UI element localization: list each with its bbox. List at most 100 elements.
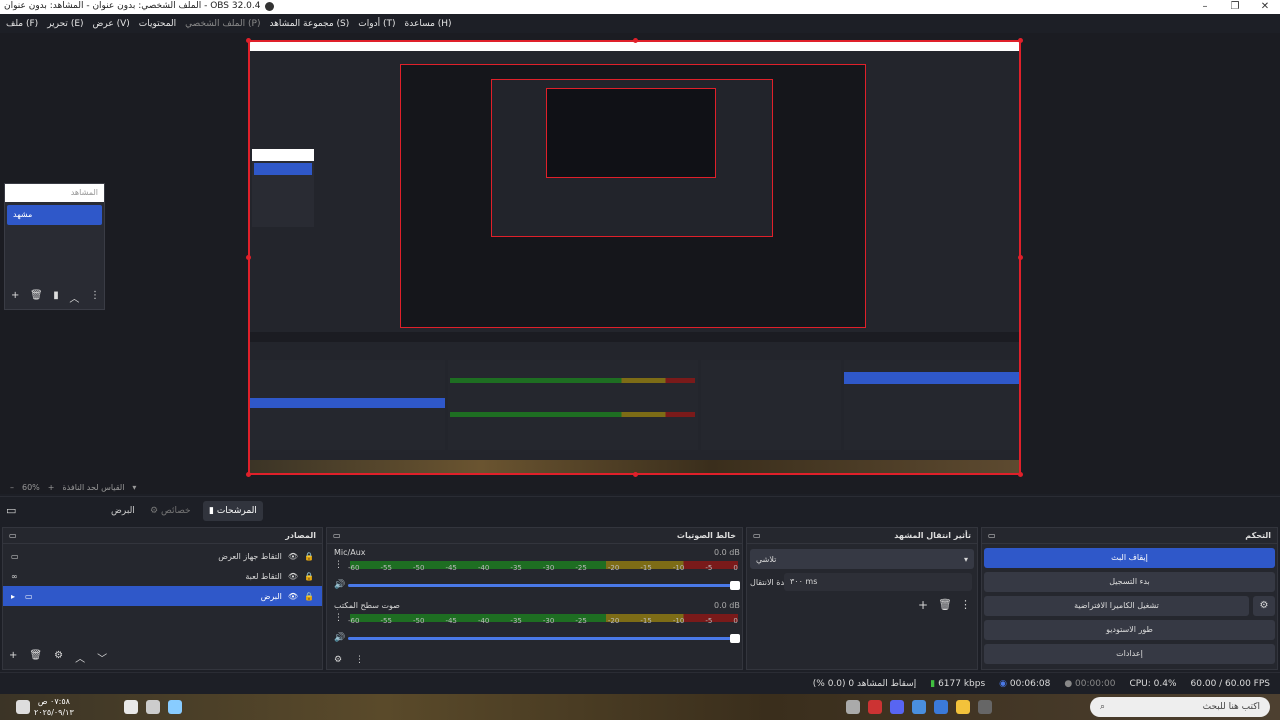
- lock-icon[interactable]: 🔒: [304, 572, 314, 581]
- menu-docks[interactable]: المحتويات: [139, 19, 176, 29]
- menu-profile[interactable]: الملف الشخصي (P): [185, 19, 260, 29]
- menu-edit[interactable]: تحرير (E): [47, 19, 83, 29]
- tab-filters[interactable]: ▮ المرشحات: [203, 501, 263, 521]
- slider-knob[interactable]: [730, 634, 740, 643]
- folder-icon[interactable]: ▭: [6, 504, 16, 517]
- eye-icon[interactable]: 👁: [288, 572, 298, 581]
- move-up-button[interactable]: ︿: [75, 650, 85, 665]
- slider-knob[interactable]: [730, 581, 740, 590]
- source-row-selected[interactable]: 🔒 👁 البرض ▸ ▭: [3, 586, 322, 606]
- scene-more-button[interactable]: ⋮: [90, 290, 100, 305]
- tick-label: -30: [542, 564, 555, 572]
- speaker-icon[interactable]: 🔊: [334, 580, 345, 590]
- duration-input[interactable]: ٣٠٠ ms: [784, 573, 972, 591]
- more-icon[interactable]: ⋮: [334, 613, 343, 623]
- dock-undock-icon[interactable]: ▭: [988, 531, 996, 540]
- menu-scene-collection[interactable]: مجموعة المشاهد (S): [269, 19, 349, 29]
- taskbar-search[interactable]: اكتب هنا للبحث ⌕: [1090, 697, 1270, 717]
- nested-preview-inner: [491, 79, 773, 237]
- eye-icon[interactable]: 👁: [288, 552, 298, 561]
- tray-icon[interactable]: [146, 700, 160, 714]
- remove-source-button[interactable]: 🗑: [29, 650, 42, 665]
- mixer-more-icon[interactable]: ⋮: [355, 655, 364, 665]
- search-icon: ⌕: [1100, 702, 1106, 712]
- advanced-audio-icon[interactable]: ⚙: [334, 655, 342, 665]
- file-explorer-icon[interactable]: [956, 700, 970, 714]
- discord-icon[interactable]: [890, 700, 904, 714]
- maximize-button[interactable]: ❐: [1220, 0, 1250, 14]
- sources-title: المصادر: [285, 531, 316, 540]
- zoom-out-button[interactable]: –: [10, 483, 14, 492]
- zoom-in-button[interactable]: +: [48, 483, 55, 492]
- volume-slider[interactable]: [348, 634, 740, 643]
- tick-label: -55: [380, 564, 392, 572]
- tray-icon[interactable]: [168, 700, 182, 714]
- dock-undock-icon[interactable]: ▭: [753, 531, 761, 540]
- resize-handle[interactable]: [1018, 38, 1023, 43]
- tab-background[interactable]: البرض: [105, 501, 141, 521]
- add-scene-button[interactable]: +: [11, 290, 19, 305]
- add-source-button[interactable]: +: [9, 650, 17, 665]
- more-icon[interactable]: ⋮: [334, 560, 343, 570]
- zoom-dropdown-icon[interactable]: ▾: [132, 483, 136, 492]
- studio-mode-button[interactable]: طور الاستوديو: [984, 620, 1275, 640]
- add-transition-button[interactable]: +: [918, 598, 928, 612]
- controls-title: التحكم: [1245, 531, 1271, 540]
- tab-properties[interactable]: ⚙ خصائص: [144, 501, 197, 521]
- resize-handle[interactable]: [1018, 472, 1023, 477]
- resize-handle[interactable]: [1018, 255, 1023, 260]
- resize-handle[interactable]: [246, 38, 251, 43]
- source-row[interactable]: 🔒 👁 التقاط جهاز العرض ▭: [3, 546, 322, 566]
- lock-icon[interactable]: 🔒: [304, 592, 314, 601]
- store-icon[interactable]: [934, 700, 948, 714]
- dock-undock-icon[interactable]: ▭: [9, 531, 17, 540]
- mixer-title: خالط الصوتيات: [676, 531, 736, 540]
- tray-clock[interactable]: ٠٧:٥٨ ص ٢٠٢٥/٠٩/١٣: [34, 696, 74, 718]
- start-virtual-camera-button[interactable]: تشغيل الكاميرا الافتراضية: [984, 596, 1249, 616]
- scene-filters-button[interactable]: ▮: [53, 290, 59, 305]
- transition-more-icon[interactable]: ⋮: [960, 598, 971, 611]
- source-properties-button[interactable]: ⚙: [54, 650, 63, 665]
- menu-help[interactable]: مساعدة (H): [405, 19, 452, 29]
- transition-select[interactable]: تلاشي ▾: [750, 549, 974, 569]
- resize-handle[interactable]: [246, 472, 251, 477]
- meter-ticks: -60 -55 -50 -45 -40 -35 -30 -25 -20 -15 -10 -5 0: [348, 564, 738, 572]
- task-view-icon[interactable]: [978, 700, 992, 714]
- menu-view[interactable]: عرض (V): [93, 19, 130, 29]
- resize-handle[interactable]: [633, 38, 638, 43]
- eye-icon[interactable]: 👁: [288, 592, 298, 601]
- remove-scene-button[interactable]: 🗑: [30, 290, 43, 305]
- close-button[interactable]: ✕: [1250, 0, 1280, 14]
- settings-button[interactable]: إعدادات: [984, 644, 1275, 664]
- minimize-button[interactable]: –: [1190, 0, 1220, 14]
- dropped-frames: إسقاط المشاهد 0 (0.0 %): [812, 678, 917, 689]
- dock-undock-icon[interactable]: ▭: [333, 531, 341, 540]
- lock-icon[interactable]: 🔒: [304, 552, 314, 561]
- display-capture-preview[interactable]: [248, 40, 1021, 475]
- stop-streaming-button[interactable]: إيقاف البث: [984, 548, 1275, 568]
- menu-tools[interactable]: أدوات (T): [358, 19, 395, 29]
- transition-selected: تلاشي: [756, 555, 777, 564]
- resize-handle[interactable]: [246, 255, 251, 260]
- menu-file[interactable]: ملف (F): [6, 19, 38, 29]
- move-scene-up-button[interactable]: ︿: [69, 290, 79, 305]
- scene-item[interactable]: مشهد: [7, 205, 102, 225]
- speaker-icon[interactable]: 🔊: [334, 633, 345, 643]
- windows-icon[interactable]: [16, 700, 30, 714]
- volume-slider[interactable]: [348, 581, 740, 590]
- expand-arrow-icon[interactable]: ▸: [11, 592, 15, 601]
- signal-icon: ▮: [930, 678, 936, 689]
- tick-label: -20: [607, 617, 620, 625]
- taskbar-app-icon[interactable]: [868, 700, 882, 714]
- source-row[interactable]: 🔒 👁 التقاط لعبة ∞: [3, 566, 322, 586]
- resize-handle[interactable]: [633, 472, 638, 477]
- chrome-icon[interactable]: [846, 700, 860, 714]
- start-recording-button[interactable]: بدء التسجيل: [984, 572, 1275, 592]
- taskbar-app-icon[interactable]: [912, 700, 926, 714]
- tray-icon[interactable]: [124, 700, 138, 714]
- nested-preview-deep: [546, 88, 716, 178]
- move-down-button[interactable]: ﹀: [97, 650, 107, 665]
- audio-mixer-panel: خالط الصوتيات ▭: [326, 527, 743, 670]
- remove-transition-button[interactable]: 🗑: [938, 598, 952, 611]
- virtual-camera-settings-icon[interactable]: ⚙: [1253, 596, 1275, 616]
